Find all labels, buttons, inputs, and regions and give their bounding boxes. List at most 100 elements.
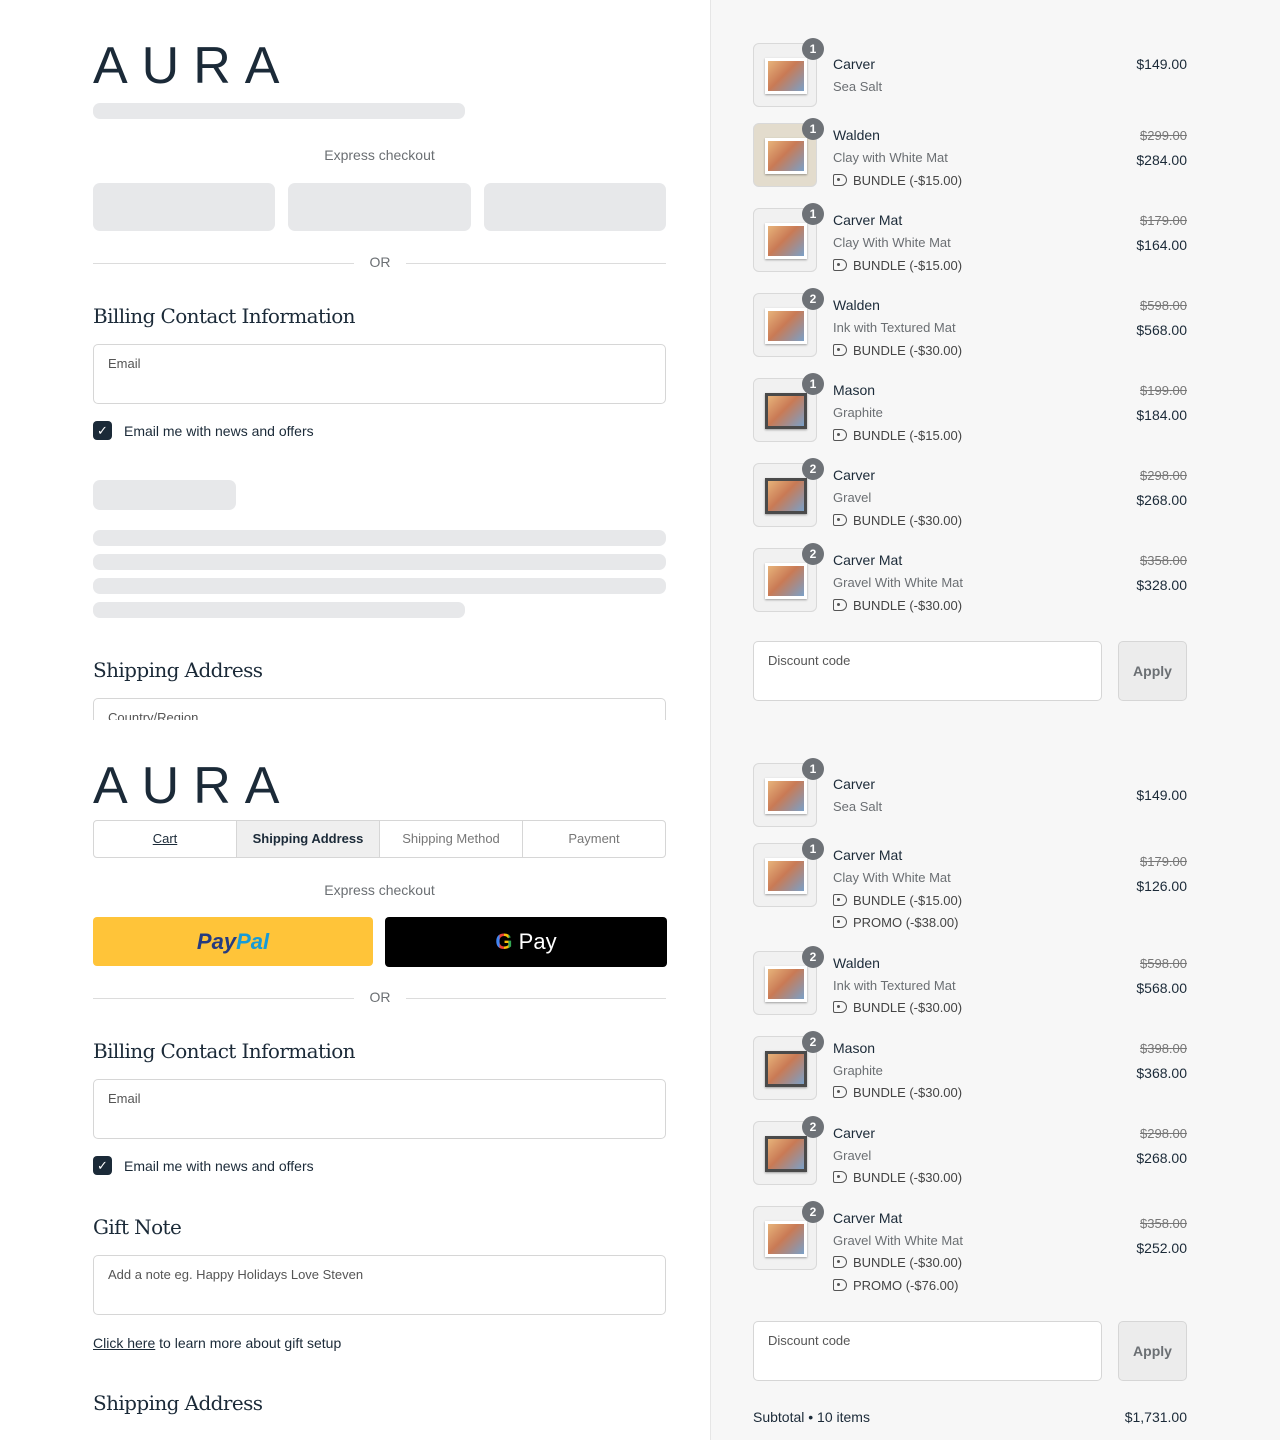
item-name: Carver (833, 56, 876, 72)
google-g-icon: G (495, 929, 513, 954)
apply-discount-button[interactable]: Apply (1118, 641, 1187, 701)
item-variant: Ink with Textured Mat (833, 978, 956, 993)
tab-shipping-method[interactable]: Shipping Method (380, 821, 523, 857)
item-variant: Graphite (833, 1063, 883, 1078)
item-price: $568.00 (1136, 980, 1187, 996)
checkout-loading-snapshot: AURA Express checkout OR Billing Contact… (0, 0, 710, 720)
gift-note-title: Gift Note (93, 1215, 182, 1239)
gift-help-link[interactable]: Click here (93, 1335, 155, 1351)
loading-placeholder (93, 480, 236, 510)
billing-title: Billing Contact Information (93, 1039, 356, 1063)
bundle-discount: BUNDLE (-$30.00) (833, 1000, 962, 1015)
country-label: Country/Region (108, 710, 199, 720)
paypal-button[interactable]: PayPal (93, 917, 373, 966)
tag-icon (833, 344, 847, 356)
tag-icon (833, 174, 847, 186)
quantity-badge: 2 (802, 1116, 824, 1138)
tag-icon (833, 1279, 847, 1291)
discount-code-input[interactable]: Discount code (753, 1321, 1102, 1381)
email-label: Email (108, 1091, 141, 1106)
bundle-discount: BUNDLE (-$15.00) (833, 173, 962, 188)
tag-icon (833, 514, 847, 526)
email-label: Email (108, 356, 141, 371)
item-variant: Sea Salt (833, 799, 883, 814)
quantity-badge: 2 (802, 288, 824, 310)
email-field[interactable]: Email (93, 344, 666, 404)
tab-shipping-address[interactable]: Shipping Address (237, 821, 380, 857)
checkout-steps: Cart Shipping Address Shipping Method Pa… (93, 820, 666, 858)
tab-payment[interactable]: Payment (523, 821, 665, 857)
item-original-price: $358.00 (1140, 1216, 1187, 1231)
subtotal-amount: $1,731.00 (1124, 1409, 1187, 1425)
item-original-price: $398.00 (1140, 1041, 1187, 1056)
gift-help-rest: to learn more about gift setup (155, 1335, 342, 1351)
bundle-discount: BUNDLE (-$30.00) (833, 513, 962, 528)
promo-discount: PROMO (-$76.00) (833, 1278, 958, 1293)
discount-code-input[interactable]: Discount code (753, 641, 1102, 701)
quantity-badge: 1 (802, 758, 824, 780)
newsletter-checkbox[interactable]: ✓ (93, 1156, 112, 1175)
paypal-logo-part: Pal (236, 929, 270, 954)
loading-placeholder (93, 554, 666, 570)
or-label: OR (369, 254, 391, 270)
express-button-placeholder (93, 183, 275, 231)
discount-code-label: Discount code (768, 653, 851, 668)
item-variant: Gravel With White Mat (833, 1233, 964, 1248)
or-divider: OR (93, 253, 666, 273)
gift-note-placeholder: Add a note eg. Happy Holidays Love Steve… (108, 1267, 364, 1282)
item-original-price: $598.00 (1140, 298, 1187, 313)
gift-note-field[interactable]: Add a note eg. Happy Holidays Love Steve… (93, 1255, 666, 1315)
discount-code-label: Discount code (768, 1333, 851, 1348)
bundle-discount: BUNDLE (-$30.00) (833, 1085, 962, 1100)
item-original-price: $298.00 (1140, 1126, 1187, 1141)
tag-icon (833, 259, 847, 271)
newsletter-checkbox[interactable]: ✓ (93, 421, 112, 440)
item-variant: Sea Salt (833, 79, 883, 94)
item-name: Carver Mat (833, 847, 903, 863)
item-name: Carver (833, 1125, 876, 1141)
item-price: $268.00 (1136, 492, 1187, 508)
item-variant: Ink with Textured Mat (833, 320, 956, 335)
item-name: Carver Mat (833, 552, 903, 568)
item-name: Mason (833, 1040, 876, 1056)
loading-placeholder (93, 578, 666, 594)
tag-icon (833, 894, 847, 906)
item-original-price: $298.00 (1140, 468, 1187, 483)
checkout-form-column: AURA Express checkout OR Billing Contact… (0, 0, 710, 1440)
item-variant: Graphite (833, 405, 883, 420)
bundle-discount: BUNDLE (-$15.00) (833, 428, 962, 443)
quantity-badge: 2 (802, 1201, 824, 1223)
newsletter-label: Email me with news and offers (124, 423, 314, 439)
express-button-placeholder (484, 183, 666, 231)
bundle-discount: BUNDLE (-$30.00) (833, 1255, 962, 1270)
item-original-price: $358.00 (1140, 553, 1187, 568)
item-price: $149.00 (1136, 56, 1187, 72)
quantity-badge: 2 (802, 458, 824, 480)
item-price: $568.00 (1136, 322, 1187, 338)
apply-discount-button[interactable]: Apply (1118, 1321, 1187, 1381)
loading-placeholder (93, 103, 465, 119)
item-original-price: $199.00 (1140, 383, 1187, 398)
item-price: $149.00 (1136, 787, 1187, 803)
quantity-badge: 1 (802, 373, 824, 395)
item-name: Mason (833, 382, 876, 398)
loading-placeholder (93, 530, 666, 546)
item-price: $126.00 (1136, 878, 1187, 894)
item-price: $328.00 (1136, 577, 1187, 593)
quantity-badge: 1 (802, 838, 824, 860)
tab-cart[interactable]: Cart (94, 821, 237, 857)
newsletter-label: Email me with news and offers (124, 1158, 314, 1174)
email-field[interactable]: Email (93, 1079, 666, 1139)
item-name: Walden (833, 127, 880, 143)
item-original-price: $598.00 (1140, 956, 1187, 971)
country-field[interactable]: Country/Region (93, 698, 666, 720)
google-pay-button[interactable]: G Pay (385, 917, 667, 967)
quantity-badge: 1 (802, 38, 824, 60)
quantity-badge: 2 (802, 543, 824, 565)
bundle-discount: BUNDLE (-$30.00) (833, 1170, 962, 1185)
item-variant: Clay With White Mat (833, 870, 951, 885)
item-price: $368.00 (1136, 1065, 1187, 1081)
item-variant: Clay with White Mat (833, 150, 948, 165)
loading-placeholder (93, 602, 465, 618)
or-divider: OR (93, 988, 666, 1008)
